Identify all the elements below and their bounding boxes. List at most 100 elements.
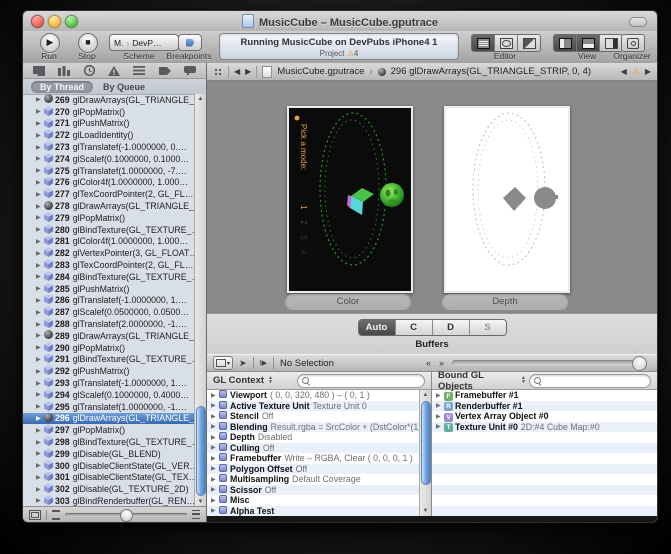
call-row-283[interactable]: ▶283glTexCoordPointer(2, GL_FL… <box>23 259 206 271</box>
comments-icon[interactable] <box>184 66 196 76</box>
call-row-294[interactable]: ▶294glScalef(0.1000000, 0.4000… <box>23 389 206 401</box>
gl-context-row[interactable]: ▶StencilOff <box>207 411 420 422</box>
frame-rewind-icon[interactable]: « <box>426 358 431 368</box>
run-button[interactable]: ▶ <box>40 33 60 53</box>
call-row-300[interactable]: ▶300glDisableClientState(GL_VER… <box>23 460 206 472</box>
forward-icon[interactable]: ▶ <box>245 67 251 76</box>
folder-icon[interactable] <box>33 66 45 76</box>
call-row-293[interactable]: ▶293glTranslatef(-1.0000000, 1.… <box>23 377 206 389</box>
gl-context-title[interactable]: GL Context <box>213 375 264 386</box>
detail-slider-knob[interactable] <box>120 509 133 522</box>
less-detail-icon[interactable] <box>52 510 60 520</box>
scrollbar-thumb[interactable] <box>421 401 431 485</box>
gl-context-search[interactable] <box>297 374 425 388</box>
toggle-navigator-button[interactable] <box>554 35 577 51</box>
depth-buffer-preview[interactable] <box>444 106 570 293</box>
call-row-286[interactable]: ▶286glTranslatef(-1.0000000, 1.… <box>23 295 206 307</box>
back-icon[interactable]: ◀ <box>234 67 240 76</box>
standard-editor-button[interactable] <box>472 35 495 51</box>
call-row-282[interactable]: ▶282glVertexPointer(3, GL_FLOAT… <box>23 247 206 259</box>
clock-icon[interactable] <box>84 65 95 76</box>
call-row-301[interactable]: ▶301glDisableClientState(GL_TEX… <box>23 472 206 484</box>
gl-context-row[interactable]: ▶Viewport( 0, 0, 320, 480 ) – ( 0, 1 ) <box>207 390 420 401</box>
bound-objects-search[interactable] <box>529 374 651 388</box>
stop-button[interactable]: ■ <box>78 33 98 53</box>
call-row-290[interactable]: ▶290glPopMatrix() <box>23 342 206 354</box>
call-row-277[interactable]: ▶277glTexCoordPointer(2, GL_FL… <box>23 188 206 200</box>
call-row-291[interactable]: ▶291glBindTexture(GL_TEXTURE_… <box>23 354 206 366</box>
call-row-273[interactable]: ▶273glTranslatef(-1.0000000, 0.… <box>23 141 206 153</box>
tab-by-queue[interactable]: By Queue <box>103 82 145 92</box>
call-row-285[interactable]: ▶285glPushMatrix() <box>23 283 206 295</box>
depth-buffer-label[interactable]: Depth <box>442 294 568 309</box>
assistant-editor-button[interactable] <box>495 35 518 51</box>
call-row-278[interactable]: ▶278glDrawArrays(GL_TRIANGLE_… <box>23 200 206 212</box>
scroll-up-icon[interactable]: ▲ <box>420 390 431 400</box>
organizer-button[interactable] <box>621 34 645 52</box>
call-row-296[interactable]: ▶296glDrawArrays(GL_TRIANGLE_… <box>23 413 206 425</box>
call-row-275[interactable]: ▶275glTranslatef(1.0000000, -7.… <box>23 165 206 177</box>
sort-popup-icon[interactable]: ▲▼ <box>268 377 273 384</box>
detail-slider[interactable] <box>65 513 187 517</box>
toggle-utilities-button[interactable] <box>600 35 622 51</box>
call-row-279[interactable]: ▶279glPopMatrix() <box>23 212 206 224</box>
title-bar[interactable]: MusicCube – MusicCube.gputrace <box>23 11 657 32</box>
bound-object-row[interactable]: ▶TTexture Unit #02D:#4 Cube Map:#0 <box>432 422 657 433</box>
gl-context-row[interactable]: ▶DepthDisabled <box>207 432 420 443</box>
color-buffer-preview[interactable]: Pick a mode: 1 2 3 4 <box>287 106 413 293</box>
call-row-287[interactable]: ▶287glScalef(0.0500000, 0.0500… <box>23 306 206 318</box>
call-row-281[interactable]: ▶281glColor4f(1.0000000, 1.000… <box>23 236 206 248</box>
log-navigator-icon[interactable] <box>133 66 145 75</box>
next-issue-icon[interactable]: ▶ <box>645 67 651 76</box>
call-row-280[interactable]: ▶280glBindTexture(GL_TEXTURE_… <box>23 224 206 236</box>
call-row-272[interactable]: ▶272glLoadIdentity() <box>23 129 206 141</box>
color-buffer-label[interactable]: Color <box>285 294 411 309</box>
issues-icon[interactable] <box>108 66 120 76</box>
sort-popup-icon[interactable]: ▲▼ <box>521 377 526 384</box>
buffer-segment-d[interactable]: D <box>433 320 470 335</box>
call-row-299[interactable]: ▶299glDisable(GL_BLEND) <box>23 448 206 460</box>
call-row-292[interactable]: ▶292glPushMatrix() <box>23 365 206 377</box>
debug-popup-button[interactable]: ▾ <box>213 356 233 370</box>
breakpoints-button[interactable] <box>178 34 202 51</box>
buffer-segment-auto[interactable]: Auto <box>359 320 396 335</box>
toolbar-toggle-lozenge[interactable] <box>629 17 647 27</box>
gl-context-row[interactable]: ▶CullingOff <box>207 443 420 454</box>
previous-issue-icon[interactable]: ◀ <box>621 67 627 76</box>
gl-context-row[interactable]: ▶Misc <box>207 495 420 506</box>
gl-context-row[interactable]: ▶BlendingResult.rgba = SrcColor + (DstCo… <box>207 422 420 433</box>
call-row-302[interactable]: ▶302glDisable(GL_TEXTURE_2D) <box>23 483 206 495</box>
call-row-284[interactable]: ▶284glBindTexture(GL_TEXTURE_… <box>23 271 206 283</box>
frame-scrubber[interactable] <box>452 360 647 366</box>
step-icon[interactable]: Ⅰ▶ <box>260 359 267 367</box>
buffer-segment-c[interactable]: C <box>396 320 433 335</box>
scrollbar-thumb[interactable] <box>196 406 206 496</box>
sidebar-scrollbar[interactable]: ▲ ▼ <box>194 94 206 507</box>
scheme-popup[interactable]: M. › DevP… <box>109 34 179 51</box>
related-items-icon[interactable] <box>213 67 223 77</box>
version-editor-button[interactable] <box>518 35 540 51</box>
scroll-up-icon[interactable]: ▲ <box>195 94 206 104</box>
call-row-276[interactable]: ▶276glColor4f(1.0000000, 1.000… <box>23 177 206 189</box>
buffer-segment-s[interactable]: S <box>470 320 506 335</box>
gl-context-scrollbar[interactable]: ▲ ▼ <box>419 390 431 516</box>
activity-viewer[interactable]: Running MusicCube on DevPubs iPhone4 1 P… <box>219 33 459 60</box>
bound-object-row[interactable]: ▶FFramebuffer #1 <box>432 390 657 401</box>
call-row-270[interactable]: ▶270glPopMatrix() <box>23 106 206 118</box>
scroll-down-icon[interactable]: ▼ <box>420 506 431 516</box>
call-row-271[interactable]: ▶271glPushMatrix() <box>23 118 206 130</box>
gl-context-row[interactable]: ▶Active Texture UnitTexture Unit 0 <box>207 401 420 412</box>
breadcrumb-call[interactable]: 296 glDrawArrays(GL_TRIANGLE_STRIP, 0, 4… <box>391 66 591 77</box>
frame-forward-icon[interactable]: » <box>439 358 444 368</box>
call-row-289[interactable]: ▶289glDrawArrays(GL_TRIANGLE_… <box>23 330 206 342</box>
debug-navigator-icon[interactable] <box>58 66 70 76</box>
gl-context-row[interactable]: ▶MultisamplingDefault Coverage <box>207 474 420 485</box>
breadcrumb-file[interactable]: MusicCube.gputrace <box>277 66 364 77</box>
location-icon[interactable]: ➤ <box>239 358 247 369</box>
call-row-298[interactable]: ▶298glBindTexture(GL_TEXTURE_… <box>23 436 206 448</box>
tab-by-thread[interactable]: By Thread <box>31 81 93 93</box>
gl-context-row[interactable]: ▶Polygon OffsetOff <box>207 464 420 475</box>
call-row-274[interactable]: ▶274glScalef(0.1000000, 0.1000… <box>23 153 206 165</box>
call-row-295[interactable]: ▶295glTranslatef(1.0000000, -1.… <box>23 401 206 413</box>
gl-context-row[interactable]: ▶FramebufferWrite – RGBA, Clear ( 0, 0, … <box>207 453 420 464</box>
